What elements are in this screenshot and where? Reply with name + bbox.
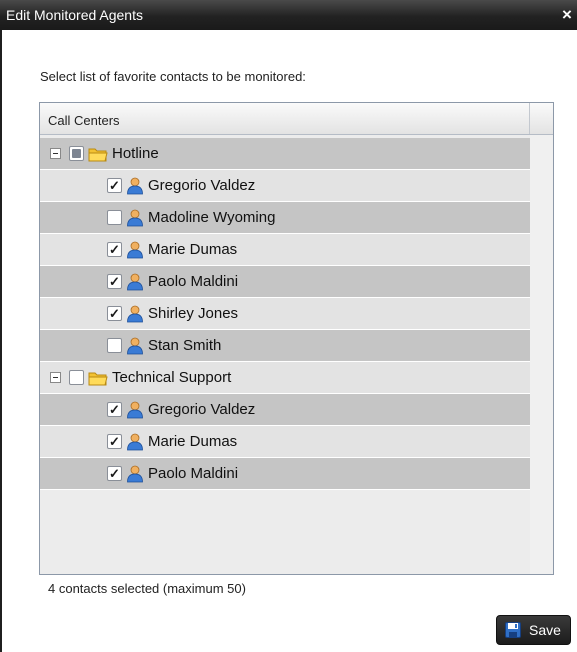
tree-agent-item: Stan Smith	[107, 330, 221, 361]
instruction-text: Select list of favorite contacts to be m…	[40, 69, 306, 84]
agent-icon	[127, 401, 143, 418]
selection-status: 4 contacts selected (maximum 50)	[48, 581, 246, 596]
floppy-disk-icon	[505, 622, 521, 638]
group-label: Hotline	[112, 145, 159, 162]
tree-agent-item: ✓ Paolo Maldini	[107, 458, 238, 489]
tree-agent-row[interactable]: ✓ Paolo Maldini	[40, 266, 530, 298]
agent-checkbox[interactable]: ✓	[107, 306, 122, 321]
tree-header-label: Call Centers	[48, 113, 120, 128]
agent-icon	[127, 177, 143, 194]
tree-group-row[interactable]: Hotline	[40, 138, 530, 170]
agent-label: Paolo Maldini	[148, 273, 239, 290]
tree-agent-row[interactable]: ✓ Paolo Maldini	[40, 458, 530, 490]
tree-agent-row[interactable]: ✓ Gregorio Valdez	[40, 170, 530, 202]
agent-label: Shirley Jones	[148, 305, 239, 322]
tree-agent-item: ✓ Marie Dumas	[107, 234, 237, 265]
tree-agent-item: ✓ Marie Dumas	[107, 426, 237, 457]
tree-group-item: Hotline	[50, 138, 159, 169]
tree-agent-item: ✓ Shirley Jones	[107, 298, 238, 329]
tree-agent-row[interactable]: ✓ Marie Dumas	[40, 426, 530, 458]
tree-agent-row[interactable]: Madoline Wyoming	[40, 202, 530, 234]
agent-checkbox[interactable]	[107, 338, 122, 353]
group-checkbox[interactable]	[69, 370, 84, 385]
tree-rows: Hotline ✓ Gregorio Valdez Madoline Wyoming ✓…	[40, 138, 530, 490]
save-button-label: Save	[529, 622, 561, 638]
agent-checkbox[interactable]: ✓	[107, 466, 122, 481]
tree-group-row[interactable]: Technical Support	[40, 362, 530, 394]
tree-scroll-gutter	[530, 135, 553, 574]
group-label: Technical Support	[112, 369, 232, 386]
tree-agent-row[interactable]: ✓ Marie Dumas	[40, 234, 530, 266]
agent-label: Paolo Maldini	[148, 465, 239, 482]
header-column-separator	[529, 103, 530, 134]
agent-label: Marie Dumas	[148, 241, 238, 258]
tree-agent-item: ✓ Gregorio Valdez	[107, 170, 255, 201]
tree-agent-row[interactable]: Stan Smith	[40, 330, 530, 362]
agent-label: Stan Smith	[148, 337, 222, 354]
agent-checkbox[interactable]: ✓	[107, 178, 122, 193]
agent-icon	[127, 433, 143, 450]
dialog-titlebar: Edit Monitored Agents ×	[0, 0, 577, 30]
agent-checkbox[interactable]: ✓	[107, 434, 122, 449]
folder-icon	[88, 148, 108, 161]
agent-icon	[127, 209, 143, 226]
dialog-title: Edit Monitored Agents	[6, 7, 143, 23]
close-icon[interactable]: ×	[562, 5, 577, 25]
agent-icon	[127, 465, 143, 482]
agent-checkbox[interactable]: ✓	[107, 242, 122, 257]
tree-agent-row[interactable]: ✓ Shirley Jones	[40, 298, 530, 330]
agent-icon	[127, 273, 143, 290]
edit-monitored-agents-dialog: Edit Monitored Agents × Select list of f…	[0, 0, 577, 652]
agent-label: Gregorio Valdez	[148, 401, 256, 418]
agent-icon	[127, 337, 143, 354]
agent-checkbox[interactable]	[107, 210, 122, 225]
group-checkbox[interactable]	[69, 146, 84, 161]
tree-header: Call Centers	[40, 103, 553, 135]
tree-group-item: Technical Support	[50, 362, 231, 393]
agent-label: Marie Dumas	[148, 433, 238, 450]
folder-icon	[88, 372, 108, 385]
tree-agent-item: ✓ Paolo Maldini	[107, 266, 238, 297]
agent-checkbox[interactable]: ✓	[107, 274, 122, 289]
agent-label: Madoline Wyoming	[148, 209, 276, 226]
call-centers-tree: Call Centers Hotline ✓ Gregorio Valdez Mado…	[39, 102, 554, 575]
collapse-icon[interactable]	[50, 148, 61, 159]
tree-agent-row[interactable]: ✓ Gregorio Valdez	[40, 394, 530, 426]
agent-icon	[127, 241, 143, 258]
agent-checkbox[interactable]: ✓	[107, 402, 122, 417]
save-button[interactable]: Save	[496, 615, 571, 645]
dialog-left-border	[0, 30, 2, 652]
tree-agent-item: Madoline Wyoming	[107, 202, 275, 233]
agent-label: Gregorio Valdez	[148, 177, 256, 194]
tree-agent-item: ✓ Gregorio Valdez	[107, 394, 255, 425]
collapse-icon[interactable]	[50, 372, 61, 383]
agent-icon	[127, 305, 143, 322]
